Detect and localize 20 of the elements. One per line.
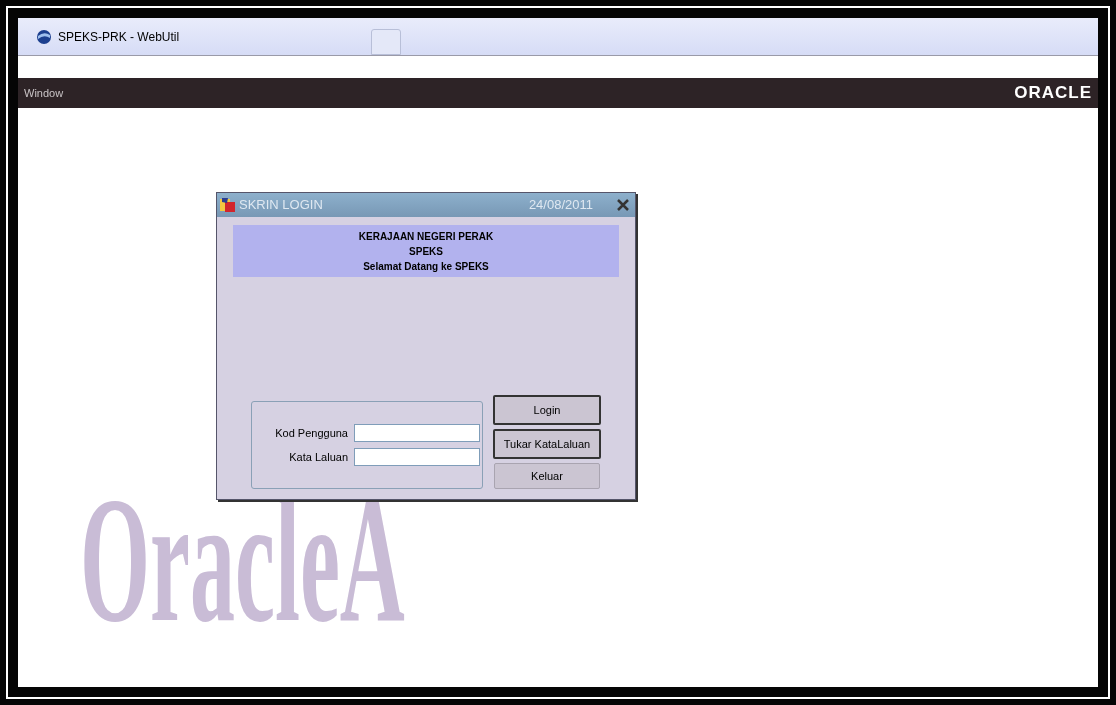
menu-item[interactable]: Window xyxy=(24,84,64,102)
close-icon[interactable] xyxy=(617,199,629,211)
app-icon xyxy=(219,196,237,214)
globe-icon xyxy=(36,28,52,45)
brand-logo: ORACLE xyxy=(1014,82,1092,105)
banner-text: Selamat Datang ke SPEKS xyxy=(363,259,489,274)
input-field[interactable] xyxy=(354,448,480,466)
dialog-date: 24/08/2011 xyxy=(528,196,593,215)
new-tab-button[interactable] xyxy=(371,29,402,55)
field-label: Kod Pengguna xyxy=(274,425,348,441)
dialog-title: SKRIN LOGIN xyxy=(239,196,323,215)
background-logo: OracleA xyxy=(80,470,405,650)
browser-tab-title[interactable]: SPEKS-PRK - WebUtil xyxy=(58,27,180,46)
dialog-button[interactable]: Login xyxy=(493,395,601,425)
input-field[interactable] xyxy=(354,424,480,442)
dialog-button[interactable]: Tukar KataLaluan xyxy=(493,429,601,459)
dialog-button[interactable]: Keluar xyxy=(494,463,600,489)
banner-text: SPEKS xyxy=(409,244,443,259)
field-label: Kata Laluan xyxy=(288,449,348,465)
banner-text: KERAJAAN NEGERI PERAK xyxy=(358,229,494,244)
